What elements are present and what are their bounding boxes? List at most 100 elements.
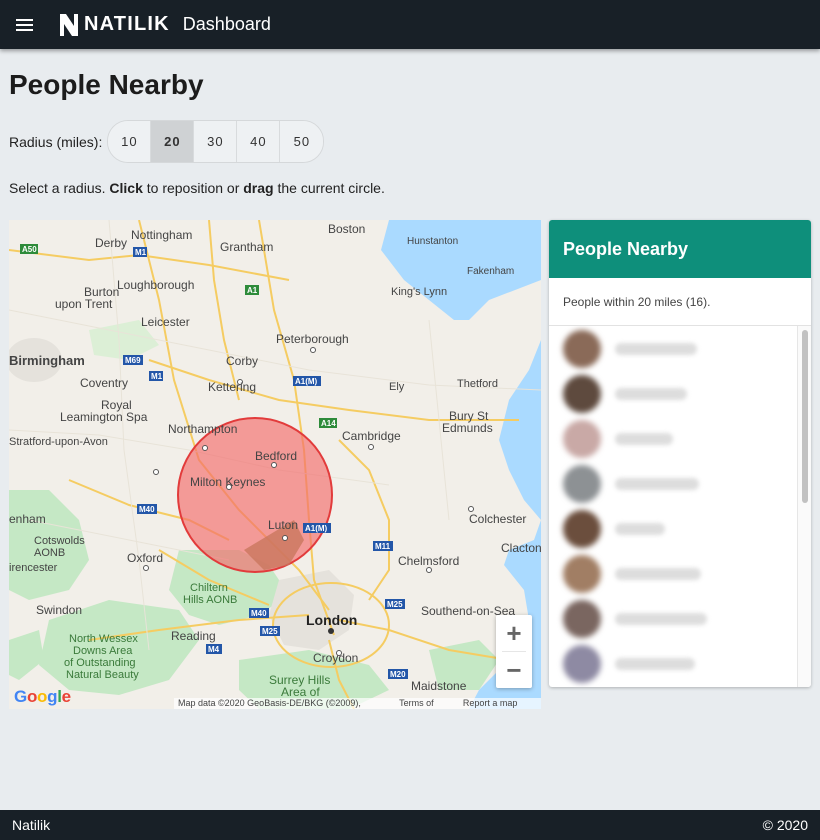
svg-text:Colchester: Colchester xyxy=(469,512,526,526)
svg-text:Northampton: Northampton xyxy=(168,422,237,436)
svg-text:M1: M1 xyxy=(135,248,147,257)
svg-text:Grantham: Grantham xyxy=(220,240,273,254)
page-footer: Natilik © 2020 xyxy=(0,810,820,840)
radius-option-50[interactable]: 50 xyxy=(280,121,324,162)
svg-text:Downs Area: Downs Area xyxy=(73,645,133,657)
people-count-summary: People within 20 miles (16). xyxy=(549,278,811,326)
svg-text:enham: enham xyxy=(9,512,46,526)
radius-button-group: 10 20 30 40 50 xyxy=(107,120,325,163)
map-canvas[interactable]: Boston Nottingham Derby Grantham Hunstan… xyxy=(9,220,541,709)
svg-text:M1: M1 xyxy=(151,372,163,381)
list-item[interactable] xyxy=(549,596,811,641)
list-item[interactable] xyxy=(549,371,811,416)
svg-text:Milton Keynes: Milton Keynes xyxy=(190,475,265,489)
avatar xyxy=(563,509,601,548)
svg-text:Area of: Area of xyxy=(281,685,320,699)
person-name-blurred xyxy=(615,387,687,400)
svg-text:M40: M40 xyxy=(251,609,267,618)
svg-text:Corby: Corby xyxy=(226,354,258,368)
top-navbar: NATILIK Dashboard xyxy=(0,0,820,49)
avatar xyxy=(563,644,601,683)
svg-text:A14: A14 xyxy=(321,419,336,428)
avatar xyxy=(563,419,601,458)
london-marker xyxy=(328,628,334,634)
person-name-blurred xyxy=(615,522,665,535)
map-data-text: Map data ©2020 GeoBasis-DE/BKG (©2009), … xyxy=(178,698,361,709)
radius-label: Radius (miles): xyxy=(9,133,103,150)
instructions-click: Click xyxy=(109,180,143,196)
people-nearby-panel: People Nearby People within 20 miles (16… xyxy=(549,220,811,687)
zoom-in-button[interactable]: + xyxy=(496,615,532,651)
app-title: Dashboard xyxy=(182,14,271,34)
scrollbar-thumb[interactable] xyxy=(802,330,808,503)
avatar xyxy=(563,464,601,503)
panel-title: People Nearby xyxy=(549,220,811,278)
zoom-out-button[interactable]: − xyxy=(496,652,532,688)
radius-selector: Radius (miles): 10 20 30 40 50 xyxy=(9,120,325,163)
svg-text:Stratford-upon-Avon: Stratford-upon-Avon xyxy=(9,436,108,448)
instructions-part2: to reposition or xyxy=(142,180,244,196)
list-item[interactable] xyxy=(549,416,811,461)
terms-link[interactable]: Terms of Use xyxy=(399,698,451,709)
svg-text:Nottingham: Nottingham xyxy=(131,228,192,242)
page-title: People Nearby xyxy=(9,69,204,100)
svg-text:M4: M4 xyxy=(208,645,220,654)
svg-text:Maidstone: Maidstone xyxy=(411,679,467,693)
person-name-blurred xyxy=(615,567,701,580)
person-name-blurred xyxy=(615,432,673,445)
svg-text:Chelmsford: Chelmsford xyxy=(398,554,459,568)
avatar xyxy=(563,554,601,593)
radius-option-30[interactable]: 30 xyxy=(194,121,238,162)
instructions-part3: the current circle. xyxy=(273,180,385,196)
svg-text:Derby: Derby xyxy=(95,236,127,250)
svg-text:Chiltern: Chiltern xyxy=(190,582,228,594)
list-item[interactable] xyxy=(549,551,811,596)
list-item[interactable] xyxy=(549,506,811,551)
map-view[interactable]: Boston Nottingham Derby Grantham Hunstan… xyxy=(9,220,541,709)
svg-text:Leamington Spa: Leamington Spa xyxy=(60,410,148,424)
svg-text:Reading: Reading xyxy=(171,629,216,643)
svg-text:Thetford: Thetford xyxy=(457,378,498,390)
svg-text:A50: A50 xyxy=(22,245,37,254)
list-item[interactable] xyxy=(549,461,811,506)
svg-text:North Wessex: North Wessex xyxy=(69,633,138,645)
person-name-blurred xyxy=(615,342,697,355)
svg-text:M25: M25 xyxy=(387,600,403,609)
svg-text:Luton: Luton xyxy=(268,518,298,532)
svg-text:M25: M25 xyxy=(262,627,278,636)
svg-text:AONB: AONB xyxy=(34,547,65,559)
svg-text:of Outstanding: of Outstanding xyxy=(64,657,136,669)
svg-text:Cotswolds: Cotswolds xyxy=(34,535,85,547)
svg-text:M69: M69 xyxy=(125,356,141,365)
svg-text:Peterborough: Peterborough xyxy=(276,332,349,346)
svg-text:Croydon: Croydon xyxy=(313,651,358,665)
radius-option-40[interactable]: 40 xyxy=(237,121,281,162)
map-attribution: Map data ©2020 GeoBasis-DE/BKG (©2009), … xyxy=(174,698,541,709)
avatar xyxy=(563,599,601,638)
list-item[interactable] xyxy=(549,641,811,686)
list-item[interactable] xyxy=(549,326,811,371)
radius-option-20[interactable]: 20 xyxy=(151,121,195,162)
svg-text:Ely: Ely xyxy=(389,381,405,393)
instructions-text: Select a radius. Click to reposition or … xyxy=(9,180,385,196)
radius-option-10[interactable]: 10 xyxy=(108,121,152,162)
person-name-blurred xyxy=(615,612,707,625)
svg-text:irencester: irencester xyxy=(9,562,58,574)
svg-text:Hunstanton: Hunstanton xyxy=(407,236,458,247)
instructions-part1: Select a radius. xyxy=(9,180,110,196)
instructions-drag: drag xyxy=(243,180,274,196)
svg-text:Kettering: Kettering xyxy=(208,380,256,394)
hamburger-menu-icon[interactable] xyxy=(0,0,48,49)
svg-text:Leicester: Leicester xyxy=(141,315,190,329)
report-error-link[interactable]: Report a map error xyxy=(463,698,537,709)
svg-text:Natural Beauty: Natural Beauty xyxy=(66,669,139,681)
footer-brand: Natilik xyxy=(12,817,51,833)
person-name-blurred xyxy=(615,657,695,670)
svg-text:M40: M40 xyxy=(139,505,155,514)
avatar xyxy=(563,329,601,368)
svg-text:Coventry: Coventry xyxy=(80,376,128,390)
people-list[interactable] xyxy=(549,326,811,687)
svg-text:A1(M): A1(M) xyxy=(305,524,328,533)
svg-text:Boston: Boston xyxy=(328,222,365,236)
list-scrollbar[interactable] xyxy=(797,326,811,687)
